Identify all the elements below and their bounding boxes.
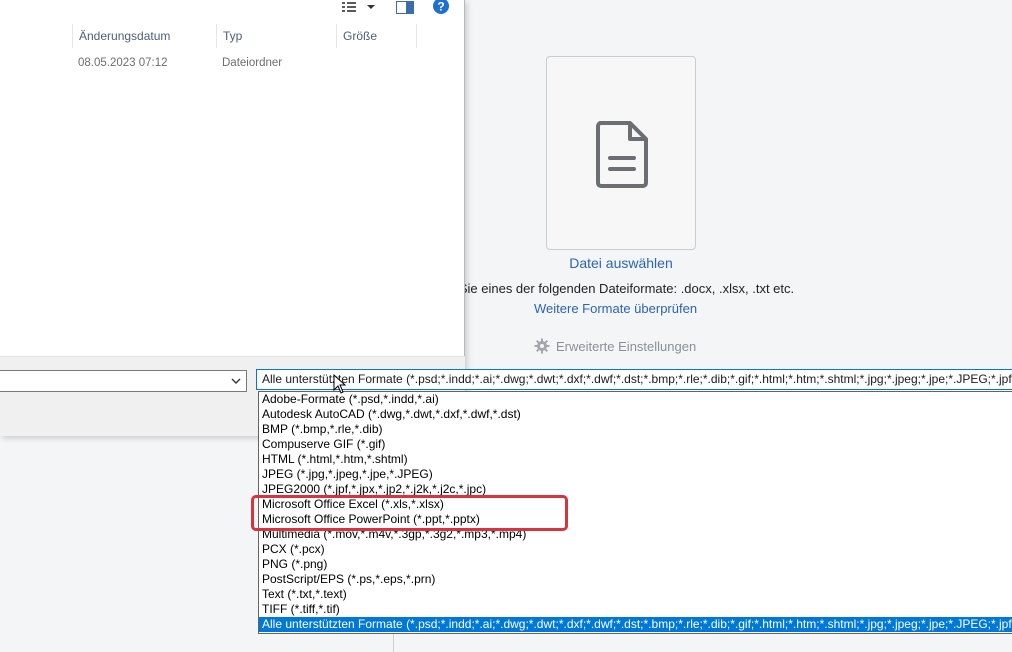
svg-text:?: ? <box>437 0 444 14</box>
dropdown-option[interactable]: JPEG (*.jpg,*.jpeg,*.jpe,*.JPEG) <box>259 467 1012 482</box>
view-options-icon[interactable] <box>342 0 360 14</box>
advanced-settings-button[interactable]: Erweiterte Einstellungen <box>534 338 696 354</box>
dropdown-option[interactable]: PNG (*.png) <box>259 557 1012 572</box>
file-list-header: Änderungsdatum Typ Größe <box>0 24 465 48</box>
help-icon[interactable]: ? <box>432 0 450 14</box>
annotation-highlight-box <box>251 495 568 531</box>
chevron-down-icon[interactable] <box>230 374 242 388</box>
row-type: Dateiordner <box>222 57 283 69</box>
file-type-select[interactable]: Alle unterstützten Formate (*.psd;*.indd… <box>256 369 1012 390</box>
dropdown-arrow-icon[interactable] <box>366 0 376 14</box>
file-name-input[interactable] <box>0 370 247 392</box>
dropdown-option[interactable]: Compuserve GIF (*.gif) <box>259 437 1012 452</box>
document-icon <box>596 121 648 188</box>
column-spacer <box>416 24 465 48</box>
dropdown-option[interactable]: Alle unterstützten Formate (*.psd;*.indd… <box>259 617 1012 632</box>
dropdown-option[interactable]: PCX (*.pcx) <box>259 542 1012 557</box>
formats-hint-text: n Sie eines der folgenden Dateiformate: … <box>448 281 795 296</box>
dropdown-option[interactable]: Autodesk AutoCAD (*.dwg,*.dwt,*.dxf,*.dw… <box>259 407 1012 422</box>
dropdown-option[interactable]: PostScript/EPS (*.ps,*.eps,*.prn) <box>259 572 1012 587</box>
column-date[interactable]: Änderungsdatum <box>72 24 216 48</box>
divider <box>393 634 394 652</box>
check-formats-link[interactable]: Weitere Formate überprüfen <box>534 301 697 316</box>
mouse-cursor-icon <box>333 374 347 394</box>
dropdown-option[interactable]: Text (*.txt,*.text) <box>259 587 1012 602</box>
gear-icon <box>534 338 550 354</box>
row-date: 08.05.2023 07:12 <box>78 57 168 69</box>
dropdown-option[interactable]: HTML (*.html,*.htm,*.shtml) <box>259 452 1012 467</box>
advanced-settings-label: Erweiterte Einstellungen <box>556 338 697 354</box>
column-size[interactable]: Größe <box>336 24 416 48</box>
file-row[interactable]: 08.05.2023 07:12 Dateiordner <box>0 54 465 74</box>
dropdown-option[interactable]: BMP (*.bmp,*.rle,*.dib) <box>259 422 1012 437</box>
choose-file-link[interactable]: Datei auswählen <box>546 255 696 271</box>
column-type[interactable]: Typ <box>216 24 336 48</box>
preview-pane-icon[interactable] <box>396 0 414 14</box>
file-upload-card[interactable] <box>546 56 696 250</box>
dropdown-option[interactable]: TIFF (*.tiff,*.tif) <box>259 602 1012 617</box>
dropdown-option[interactable]: Adobe-Formate (*.psd,*.indd,*.ai) <box>259 392 1012 407</box>
